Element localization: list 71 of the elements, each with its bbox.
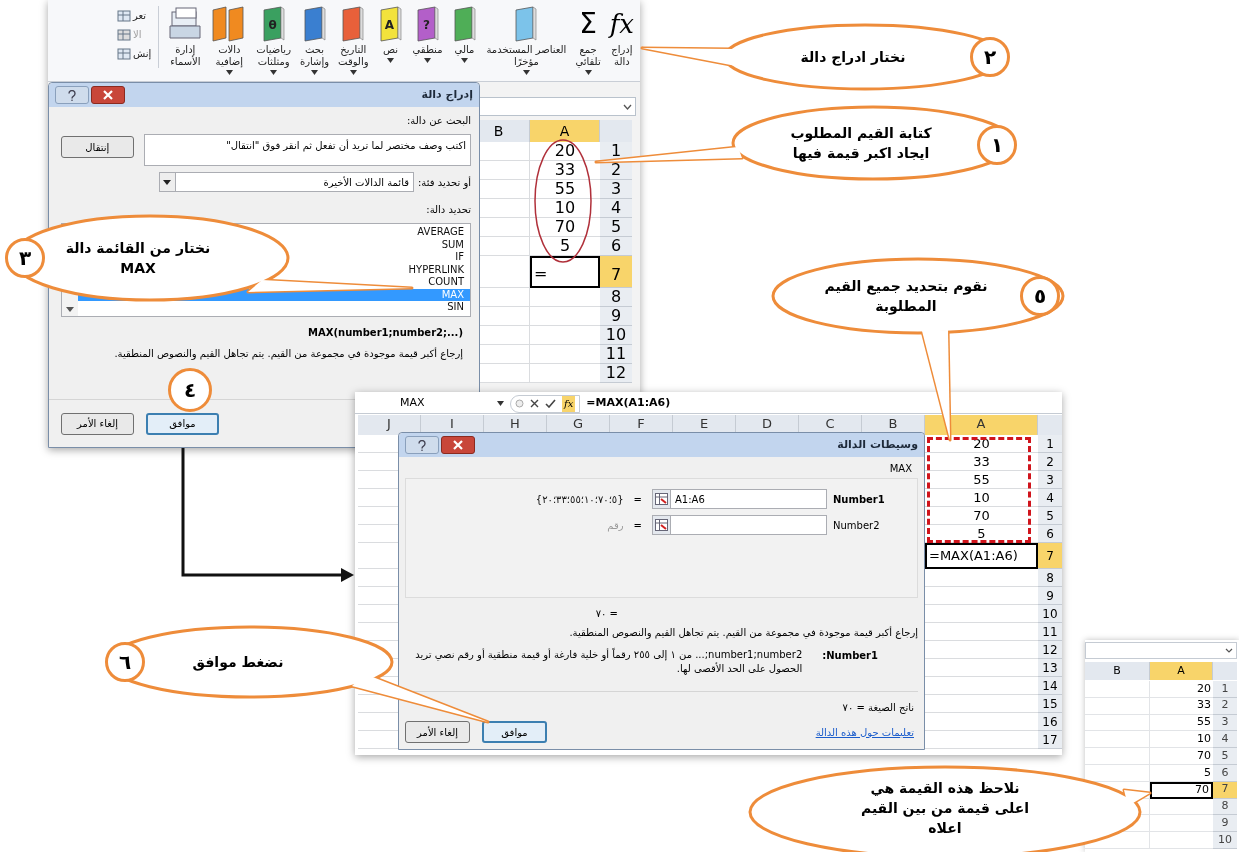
row-number: 15	[1038, 695, 1062, 713]
function-description: إرجاع أكبر قيمة موجودة في مجموعة من القيم. يتم تجاهل القيم والنصوص المنطقية.	[113, 346, 464, 361]
argument-result: {٥؛٧٠؛١٠؛٥٥؛٣٣؛٢٠}	[535, 492, 624, 507]
row-number: 3	[1038, 471, 1062, 489]
row-number: 5	[600, 218, 632, 237]
fx-icon: fx	[609, 6, 634, 42]
function-name: MAX	[888, 462, 913, 476]
argument-result: رقم	[607, 518, 624, 533]
step-number: ١	[977, 125, 1017, 165]
row-number: 1	[1213, 681, 1237, 698]
step-number: ٦	[105, 642, 145, 682]
sigma-icon: Σ	[579, 6, 597, 42]
argument-name: Number1:	[822, 649, 878, 663]
row-number: 10	[600, 326, 632, 345]
column-header: H	[484, 415, 547, 435]
column-header: B	[862, 415, 925, 435]
row-number: 5	[1038, 507, 1062, 525]
dialog-title: وسيطات الدالة	[837, 436, 918, 453]
row-number: 3	[600, 180, 632, 199]
field-label: أو تحديد فئة:	[418, 175, 471, 190]
row-number: 10	[1038, 605, 1062, 623]
column-header: E	[673, 415, 736, 435]
column-header: F	[610, 415, 673, 435]
field-label: تحديد دالة:	[425, 203, 471, 217]
row-number: 9	[1038, 587, 1062, 605]
column-header: I	[421, 415, 484, 435]
row-number: 12	[1038, 641, 1062, 659]
row-number: 9	[1213, 815, 1237, 833]
row-number: 12	[600, 364, 632, 383]
column-header: A	[925, 415, 1038, 435]
function-description: إرجاع أكبر قيمة موجودة في مجموعة من القيم. يتم تجاهل القيم والنصوص المنطقية.	[568, 625, 918, 640]
column-header: A	[530, 120, 600, 142]
row-number: 11	[600, 345, 632, 364]
row-number: 17	[1038, 731, 1062, 749]
row-number: 10	[1213, 832, 1237, 849]
formula-result: ناتج الصيغة = ٧٠	[841, 701, 915, 715]
dialog-title: إدراج دالة	[421, 86, 473, 104]
row-number: 4	[1038, 489, 1062, 507]
column-header: G	[547, 415, 610, 435]
column-header: B	[1085, 662, 1150, 680]
argument-label: Number2	[833, 518, 881, 533]
function-result: = ٧٠	[594, 607, 619, 621]
row-number: 8	[1038, 569, 1062, 587]
argument-description: number1;number2;... من ١ إلى ٢٥٥ رقماً أو خلية فارغة أو قيمة منطقية أو رقم نصي تريد الحصول على الحد الأقصى لها.	[414, 648, 803, 676]
field-label: البحث عن دالة:	[405, 114, 471, 128]
row-number: 4	[600, 199, 632, 218]
row-number: 5	[1213, 748, 1237, 765]
row-number: 16	[1038, 713, 1062, 731]
row-number: 7	[600, 256, 632, 288]
row-number: 9	[600, 307, 632, 326]
column-header: A	[1150, 662, 1213, 680]
callout-tooltip: نلاحظ هذه القيمة هي اعلى قيمة من بين القيم اعلاه	[748, 765, 1152, 852]
step-number: ٢	[970, 37, 1010, 77]
row-number: 8	[600, 288, 632, 307]
equals-sign: =	[632, 492, 643, 507]
step-number: ٣	[5, 238, 45, 278]
row-number: 7	[1038, 543, 1062, 569]
row-number: 6	[1038, 525, 1062, 543]
equals-sign: =	[632, 518, 643, 533]
row-number: 14	[1038, 677, 1062, 695]
row-number: 4	[1213, 731, 1237, 749]
row-number: 6	[600, 237, 632, 256]
row-number: 11	[1038, 623, 1062, 641]
row-number: 1	[1038, 435, 1062, 453]
column-header: D	[736, 415, 799, 435]
column-header: J	[358, 415, 421, 435]
argument-label: Number1	[833, 492, 886, 507]
row-number: 2	[1038, 453, 1062, 471]
function-signature: MAX(number1;number2;...)	[307, 326, 464, 340]
row-number: 13	[1038, 659, 1062, 677]
column-header: C	[799, 415, 862, 435]
